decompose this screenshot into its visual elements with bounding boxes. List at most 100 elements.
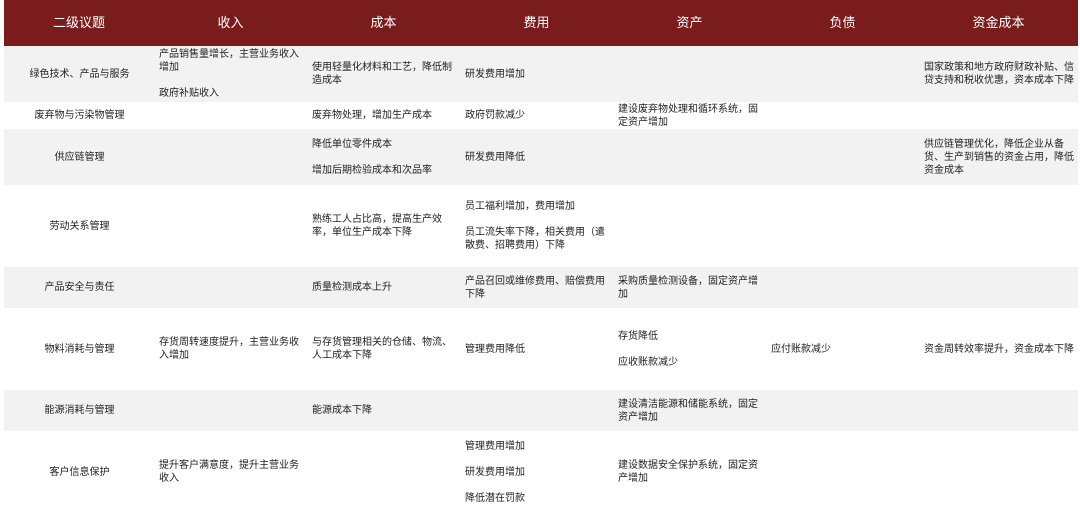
liabilities-cell bbox=[766, 431, 919, 513]
table-header-row: 二级议题 收入 成本 费用 资产 负债 资金成本 bbox=[4, 0, 1078, 46]
cell-line: 增加后期检验成本和次品率 bbox=[312, 164, 432, 176]
cell-line: 研发费用增加 bbox=[465, 466, 525, 478]
table-row: 绿色技术、产品与服务 产品销售量增长，主营业务收入增加 政府补贴收入 使用轻量化材料和… bbox=[4, 46, 1078, 102]
cell-line: 供应链管理优化，降低企业从备货、生产到销售的资金占用，降低资金成本 bbox=[924, 138, 1074, 176]
assets-cell bbox=[613, 185, 766, 267]
capital-cost-cell bbox=[919, 390, 1078, 431]
cell-line: 应付账款减少 bbox=[771, 343, 831, 355]
cell-line: 能源成本下降 bbox=[312, 405, 372, 416]
cell-line: 存货降低 bbox=[618, 330, 658, 342]
income-cell: 提升客户满意度，提升主营业务收入 bbox=[154, 431, 307, 513]
income-cell: 产品销售量增长，主营业务收入增加政府补贴收入 bbox=[154, 46, 307, 102]
expense-cell: 产品召回或维修费用、赔偿费用下降 bbox=[460, 267, 613, 308]
cell-line: 管理费用增加 bbox=[465, 440, 525, 452]
expense-cell: 政府罚款减少 bbox=[460, 102, 613, 129]
liabilities-cell bbox=[766, 46, 919, 102]
expense-cell bbox=[460, 390, 613, 431]
table-row: 客户信息保护 提升客户满意度，提升主营业务收入 管理费用增加 研发费用增加 降低潜在罚款… bbox=[4, 431, 1078, 513]
assets-cell: 建设废弃物处理和循环系统，固定资产增加 bbox=[613, 102, 766, 129]
table-row: 供应链管理 降低单位零件成本 增加后期检验成本和次品率 研发费用降低 供应链管理优化，降… bbox=[4, 129, 1078, 185]
expense-cell: 管理费用降低 bbox=[460, 308, 613, 390]
assets-cell: 建设数据安全保护系统，固定资产增加 bbox=[613, 431, 766, 513]
income-cell bbox=[154, 129, 307, 185]
cell-line: 研发费用降低 bbox=[465, 151, 525, 163]
topic-cell: 废弃物与污染物管理 bbox=[4, 102, 154, 129]
header-assets: 资产 bbox=[613, 0, 766, 46]
cell-line: 产品召回或维修费用、赔偿费用下降 bbox=[465, 275, 605, 300]
cell-line: 员工流失率下降，相关费用（遣散费、招聘费用）下降 bbox=[465, 227, 605, 251]
cell-line: 员工福利增加，费用增加 bbox=[465, 201, 575, 212]
table-row: 能源消耗与管理 能源成本下降 建设清洁能源和储能系统，固定资产增加 bbox=[4, 390, 1078, 431]
cell-line: 存货周转速度提升，主营业务收入增加 bbox=[159, 337, 299, 361]
topic-cell: 供应链管理 bbox=[4, 129, 154, 185]
topic-cell: 产品安全与责任 bbox=[4, 267, 154, 308]
cell-line: 应收账款减少 bbox=[618, 356, 678, 368]
liabilities-cell bbox=[766, 102, 919, 129]
table-row: 产品安全与责任 质量检测成本上升 产品召回或维修费用、赔偿费用下降 采购质量检测设备，… bbox=[4, 267, 1078, 308]
topic-cell: 劳动关系管理 bbox=[4, 185, 154, 267]
cell-line: 提升客户满意度，提升主营业务收入 bbox=[159, 460, 299, 484]
cost-cell: 能源成本下降 bbox=[307, 390, 460, 431]
cost-cell: 废弃物处理，增加生产成本 bbox=[307, 102, 460, 129]
header-liabilities: 负债 bbox=[766, 0, 919, 46]
assets-cell: 建设清洁能源和储能系统，固定资产增加 bbox=[613, 390, 766, 431]
capital-cost-cell bbox=[919, 102, 1078, 129]
cost-cell: 降低单位零件成本增加后期检验成本和次品率 bbox=[307, 129, 460, 185]
liabilities-cell bbox=[766, 185, 919, 267]
topic-cell: 能源消耗与管理 bbox=[4, 390, 154, 431]
cost-cell: 与存货管理相关的仓储、物流、人工成本下降 bbox=[307, 308, 460, 390]
cell-line: 管理费用降低 bbox=[465, 343, 525, 355]
expense-cell: 研发费用降低 bbox=[460, 129, 613, 185]
assets-cell: 采购质量检测设备，固定资产增加 bbox=[613, 267, 766, 308]
capital-cost-cell bbox=[919, 267, 1078, 308]
capital-cost-cell: 国家政策和地方政府财政补贴、信贷支持和税收优惠，资本成本下降 bbox=[919, 46, 1078, 102]
esg-impact-table: 二级议题 收入 成本 费用 资产 负债 资金成本 绿色技术、产品与服务 产品销售量… bbox=[4, 0, 1078, 513]
capital-cost-cell bbox=[919, 185, 1078, 267]
income-cell bbox=[154, 102, 307, 129]
cell-line: 熟练工人占比高，提高生产效率，单位生产成本下降 bbox=[312, 214, 442, 238]
table-row: 物料消耗与管理 存货周转速度提升，主营业务收入增加 与存货管理相关的仓储、物流、人工… bbox=[4, 308, 1078, 390]
header-expense: 费用 bbox=[460, 0, 613, 46]
expense-cell: 管理费用增加 研发费用增加 降低潜在罚款 bbox=[460, 431, 613, 513]
income-cell: 存货周转速度提升，主营业务收入增加 bbox=[154, 308, 307, 390]
liabilities-cell bbox=[766, 390, 919, 431]
header-topic: 二级议题 bbox=[4, 0, 154, 46]
table-row: 劳动关系管理 熟练工人占比高，提高生产效率，单位生产成本下降 员工福利增加，费用增加… bbox=[4, 185, 1078, 267]
assets-cell bbox=[613, 129, 766, 185]
topic-cell: 客户信息保护 bbox=[4, 431, 154, 513]
income-cell bbox=[154, 185, 307, 267]
cell-line: 与存货管理相关的仓储、物流、人工成本下降 bbox=[312, 337, 452, 361]
cell-line: 废弃物处理，增加生产成本 bbox=[312, 110, 432, 121]
cell-line: 采购质量检测设备，固定资产增加 bbox=[618, 275, 758, 300]
liabilities-cell: 应付账款减少 bbox=[766, 308, 919, 390]
expense-cell: 研发费用增加 bbox=[460, 46, 613, 102]
capital-cost-cell: 资金周转效率提升，资金成本下降 bbox=[919, 308, 1078, 390]
topic-cell: 绿色技术、产品与服务 bbox=[4, 46, 154, 102]
cost-cell: 使用轻量化材料和工艺，降低制造成本 bbox=[307, 46, 460, 102]
cell-line: 建设清洁能源和储能系统，固定资产增加 bbox=[618, 398, 758, 423]
table-row: 废弃物与污染物管理 废弃物处理，增加生产成本 政府罚款减少 建设废弃物处理和循环系统，… bbox=[4, 102, 1078, 129]
capital-cost-cell: 供应链管理优化，降低企业从备货、生产到销售的资金占用，降低资金成本 bbox=[919, 129, 1078, 185]
cell-line: 政府补贴收入 bbox=[159, 88, 219, 99]
cost-cell: 熟练工人占比高，提高生产效率，单位生产成本下降 bbox=[307, 185, 460, 267]
header-income: 收入 bbox=[154, 0, 307, 46]
cell-line: 建设数据安全保护系统，固定资产增加 bbox=[618, 460, 758, 484]
cell-line: 降低单位零件成本 bbox=[312, 138, 392, 150]
expense-cell: 员工福利增加，费用增加员工流失率下降，相关费用（遣散费、招聘费用）下降 bbox=[460, 185, 613, 267]
assets-cell bbox=[613, 46, 766, 102]
cell-line: 使用轻量化材料和工艺，降低制造成本 bbox=[312, 62, 452, 86]
topic-cell: 物料消耗与管理 bbox=[4, 308, 154, 390]
cell-line: 建设废弃物处理和循环系统，固定资产增加 bbox=[618, 103, 758, 128]
income-cell bbox=[154, 390, 307, 431]
assets-cell: 存货降低应收账款减少 bbox=[613, 308, 766, 390]
cost-cell bbox=[307, 431, 460, 513]
cell-line: 质量检测成本上升 bbox=[312, 282, 392, 293]
cell-line: 降低潜在罚款 bbox=[465, 492, 525, 504]
cell-line: 政府罚款减少 bbox=[465, 110, 525, 121]
capital-cost-cell bbox=[919, 431, 1078, 513]
liabilities-cell bbox=[766, 267, 919, 308]
cell-line: 资金周转效率提升，资金成本下降 bbox=[924, 343, 1074, 355]
cell-line: 国家政策和地方政府财政补贴、信贷支持和税收优惠，资本成本下降 bbox=[924, 62, 1074, 86]
header-capital-cost: 资金成本 bbox=[919, 0, 1078, 46]
cell-line: 产品销售量增长，主营业务收入增加 bbox=[159, 49, 299, 73]
